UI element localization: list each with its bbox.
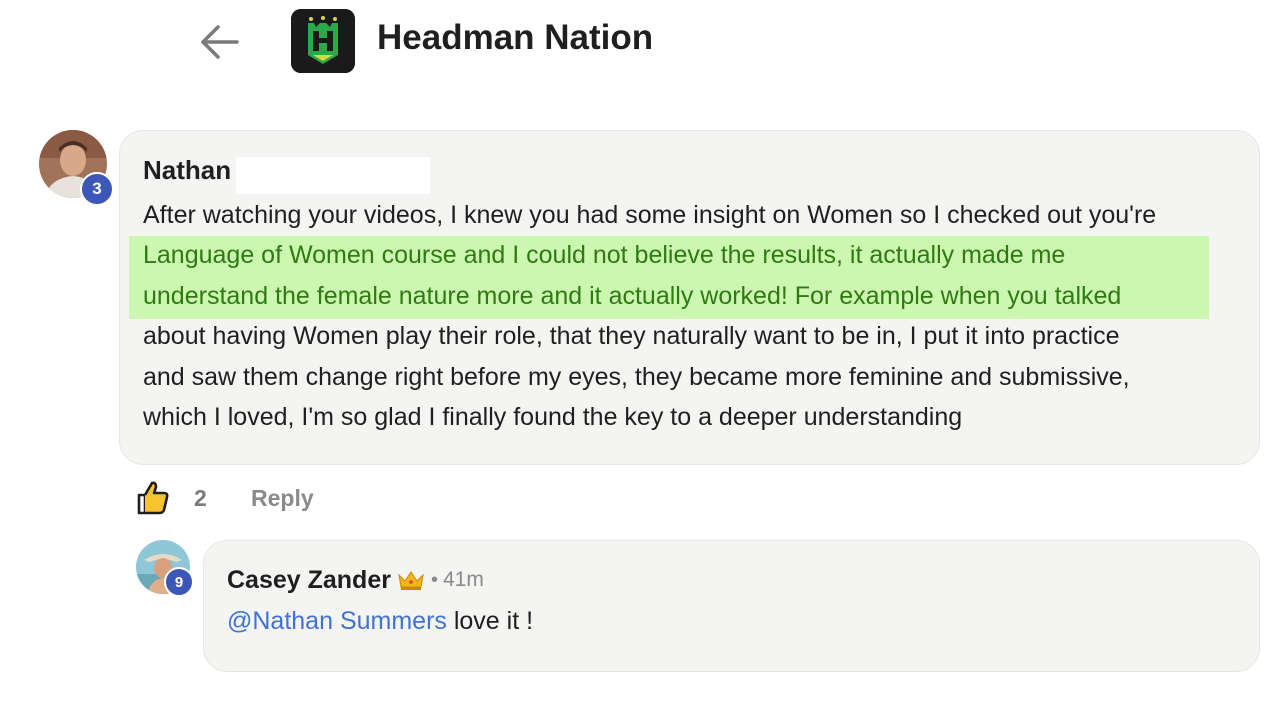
reply-author-name[interactable]: Casey Zander bbox=[227, 566, 391, 595]
reply-text: @Nathan Summers love it ! bbox=[227, 607, 533, 636]
group-title: Headman Nation bbox=[377, 18, 654, 57]
headman-nation-logo-icon bbox=[291, 9, 355, 73]
comment-line-highlighted: understand the female nature more and it… bbox=[143, 281, 1122, 310]
level-badge: 3 bbox=[80, 172, 114, 206]
reply-button[interactable]: Reply bbox=[251, 485, 314, 512]
group-header: Headman Nation bbox=[0, 0, 1280, 84]
crown-icon bbox=[398, 571, 424, 590]
reply-timestamp: 41m bbox=[442, 568, 484, 591]
like-count: 2 bbox=[194, 485, 207, 511]
comment-line: After watching your videos, I knew you h… bbox=[143, 201, 1157, 229]
back-button[interactable] bbox=[192, 16, 244, 68]
reply-message: love it ! bbox=[446, 607, 534, 635]
comment-actions: 2 Reply bbox=[136, 478, 436, 518]
comment-line: about having Women play their role, that… bbox=[143, 322, 1120, 351]
reply-header: Casey Zander • 41m bbox=[227, 563, 484, 597]
like-button[interactable] bbox=[136, 480, 170, 516]
group-logo[interactable] bbox=[291, 9, 355, 73]
user-mention-link[interactable]: @Nathan Summers bbox=[227, 607, 447, 635]
level-badge: 9 bbox=[164, 567, 194, 597]
thumbs-up-icon bbox=[137, 481, 169, 515]
comment-author-name[interactable]: Nathan bbox=[143, 155, 231, 186]
comment-line-highlighted: Language of Women course and I could not… bbox=[143, 241, 1066, 270]
comment-line: which I loved, I'm so glad I finally fou… bbox=[143, 403, 963, 432]
reply-bubble bbox=[203, 540, 1260, 672]
comment-text: After watching your videos, I knew you h… bbox=[143, 195, 1243, 437]
name-redaction bbox=[236, 157, 430, 194]
arrow-left-icon bbox=[201, 25, 239, 59]
separator-dot: • bbox=[430, 568, 438, 591]
comment-line: and saw them change right before my eyes… bbox=[143, 362, 1130, 391]
